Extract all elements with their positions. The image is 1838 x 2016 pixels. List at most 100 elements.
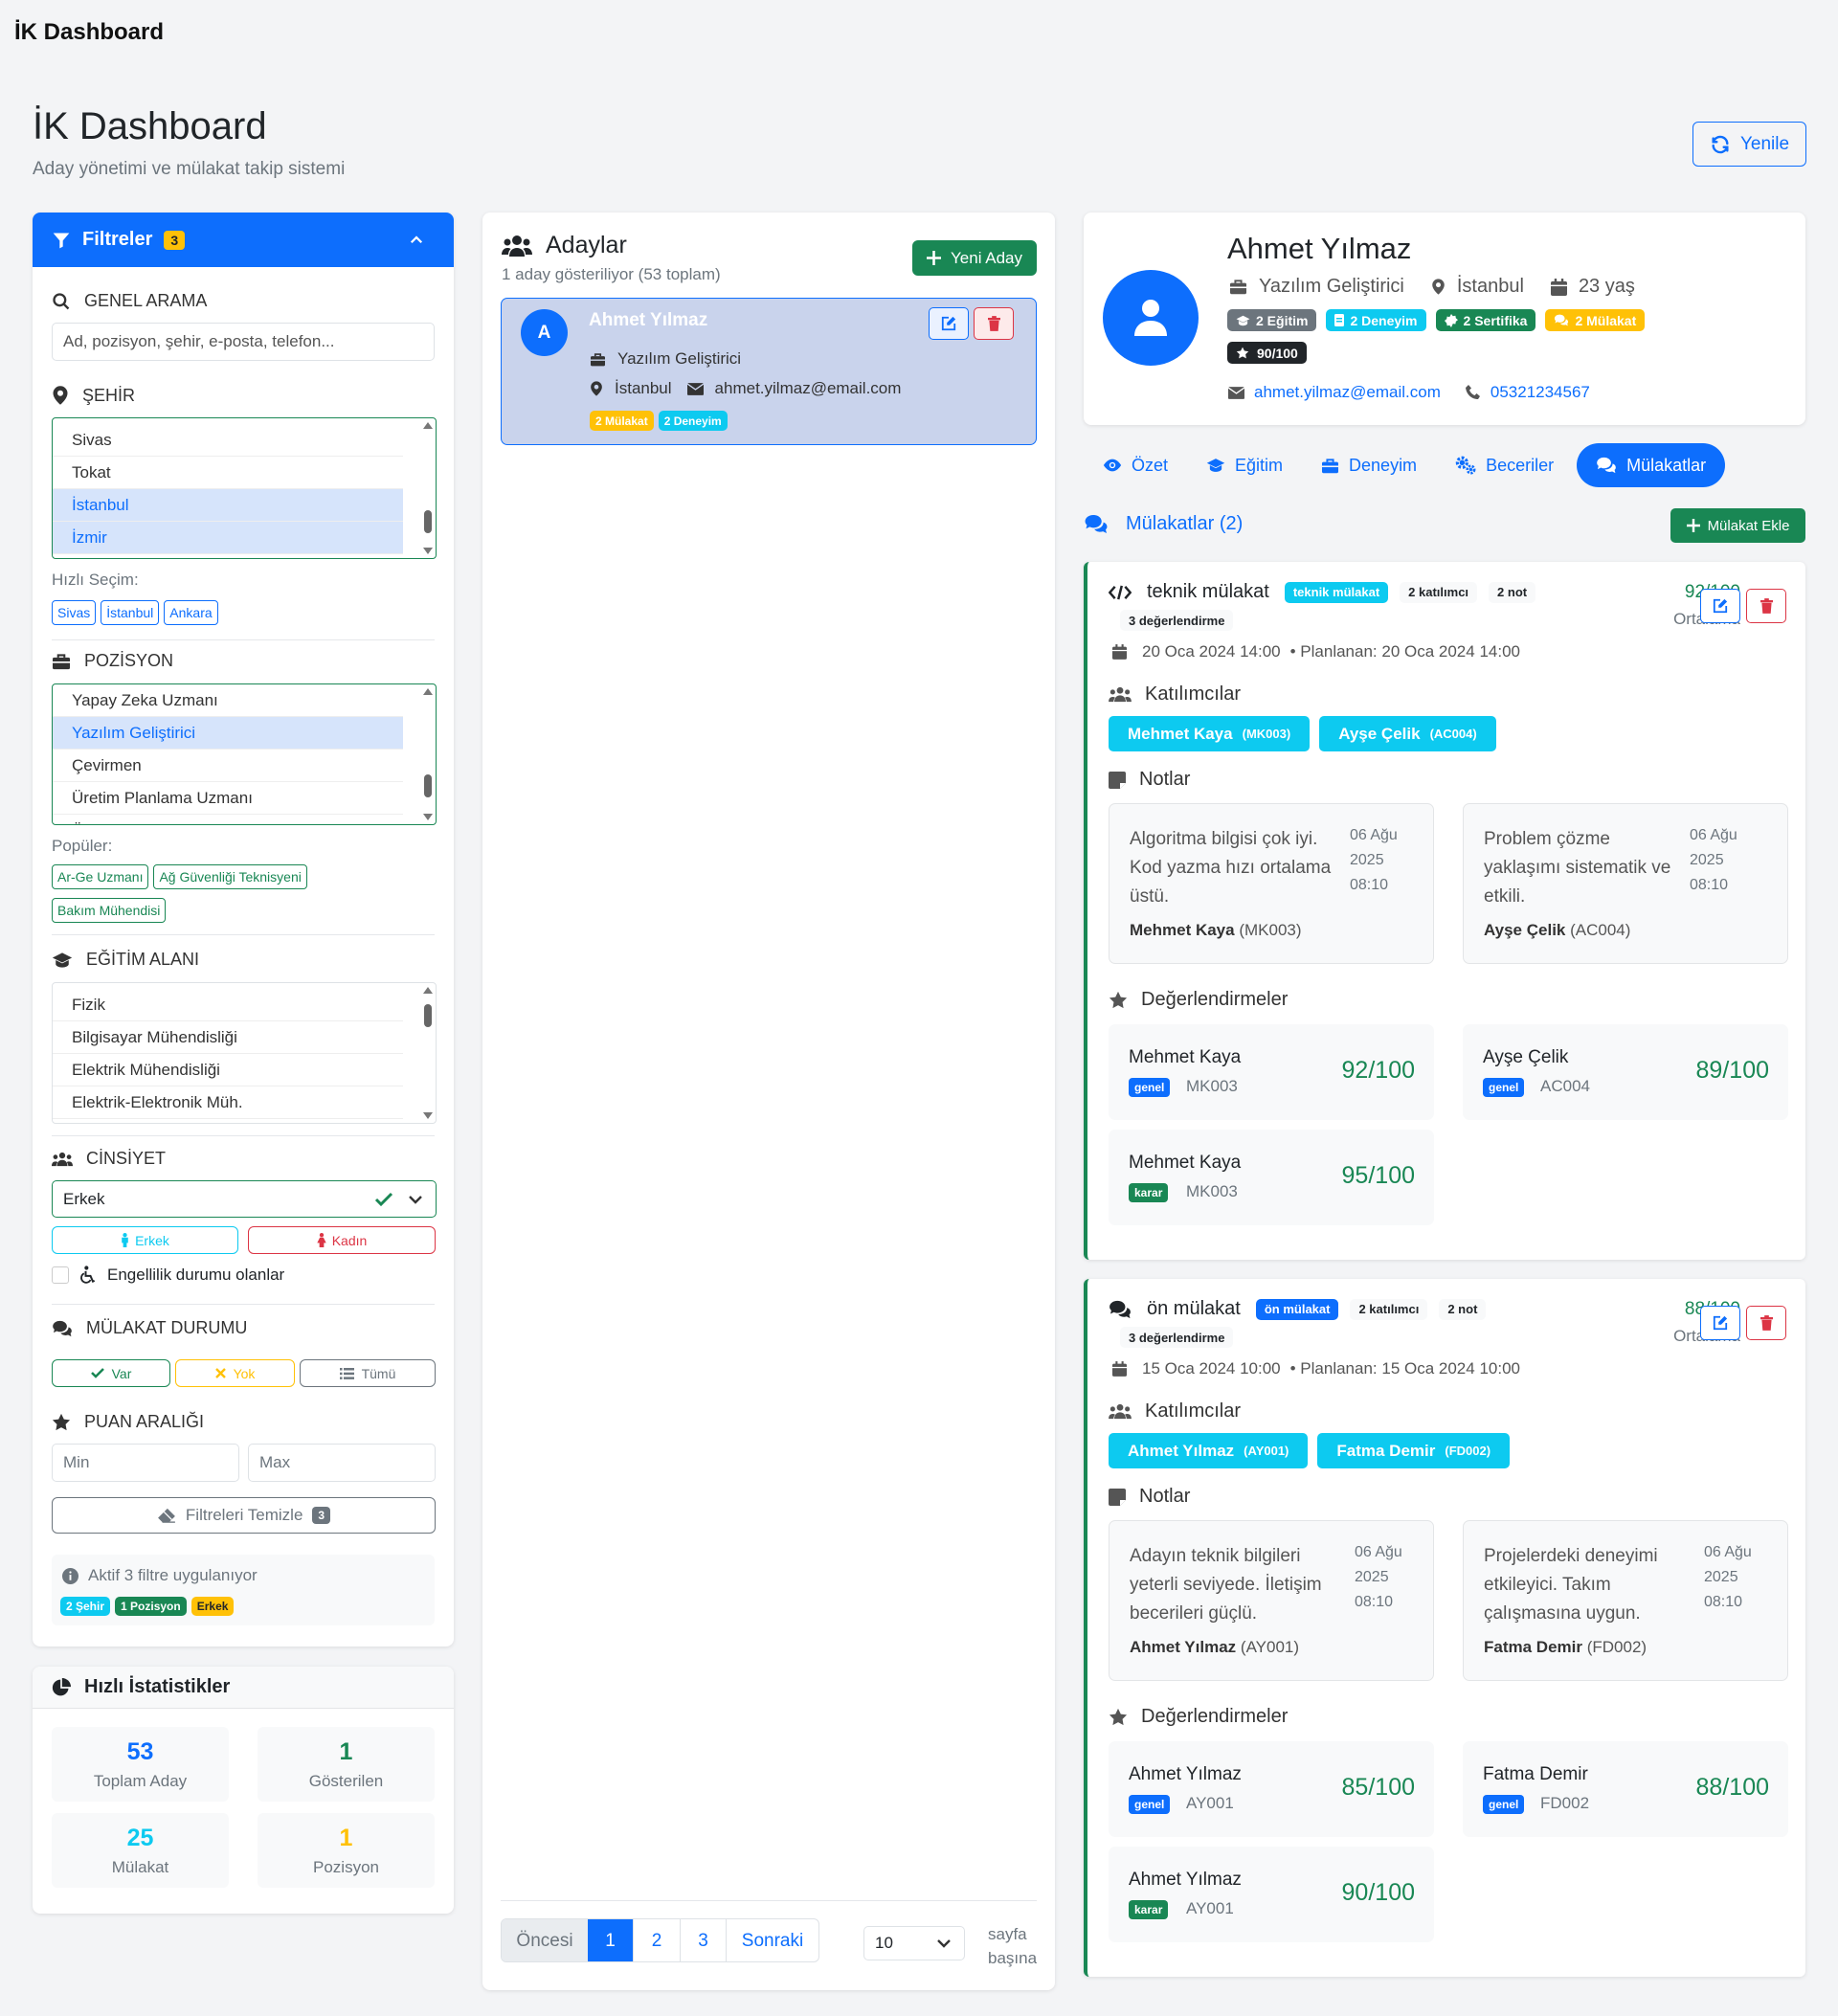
- star-icon: [52, 1413, 71, 1431]
- city-option[interactable]: Tokat: [53, 457, 403, 489]
- interview-all-button[interactable]: Tümü: [300, 1359, 436, 1387]
- score-min-input[interactable]: Min: [52, 1444, 239, 1482]
- male-button[interactable]: Erkek: [52, 1226, 238, 1254]
- position-option[interactable]: Üretim Planlama Uzmanı: [53, 782, 403, 815]
- clear-filters-button[interactable]: Filtreleri Temizle 3: [52, 1497, 436, 1534]
- filter-header[interactable]: Filtreler 3: [33, 213, 454, 267]
- position-option[interactable]: Yazılım Geliştirici: [53, 717, 403, 750]
- city-option[interactable]: İstanbul: [53, 489, 403, 522]
- popular-position-chip[interactable]: Ar-Ge Uzmanı: [52, 864, 149, 889]
- note-date: 06 Ağu 2025 08:10: [1350, 827, 1398, 893]
- per-page-label: sayfa başına: [988, 1925, 1038, 1967]
- profile-phone-link[interactable]: 05321234567: [1491, 383, 1590, 402]
- interview-no-button[interactable]: Yok: [175, 1359, 295, 1387]
- popular-position-chip[interactable]: Ağ Güvenliği Teknisyeni: [153, 864, 307, 889]
- evaluations-count-badge: 3 değerlendirme: [1120, 1327, 1234, 1348]
- stat-label: Toplam Aday: [93, 1772, 188, 1790]
- envelope-icon: [686, 382, 704, 395]
- evaluator-code: AY001: [1186, 1899, 1234, 1917]
- edit-candidate-button[interactable]: [929, 307, 969, 340]
- disability-label: Engellilik durumu olanlar: [107, 1266, 285, 1284]
- education-section-title: EĞİTİM ALANI: [52, 950, 199, 970]
- popular-position-chip[interactable]: Bakım Mühendisi: [52, 898, 167, 923]
- evaluation-tag: genel: [1129, 1795, 1171, 1814]
- city-option[interactable]: İzmir: [53, 522, 403, 554]
- new-candidate-button[interactable]: Yeni Aday: [912, 240, 1037, 276]
- profile-avatar: [1103, 270, 1199, 366]
- graduation-cap-icon: [52, 952, 73, 969]
- evaluator-name: Mehmet Kaya: [1129, 1047, 1242, 1067]
- tab-interviews[interactable]: Mülakatlar: [1577, 443, 1726, 487]
- profile-email-link[interactable]: ahmet.yilmaz@email.com: [1254, 383, 1441, 402]
- participants-count-badge: 2 katılımcı: [1350, 1298, 1428, 1320]
- tab-summary[interactable]: Özet: [1084, 442, 1187, 488]
- note-date: 06 Ağu 2025 08:10: [1690, 827, 1737, 893]
- education-option[interactable]: Elektrik-Elektronik Müh.: [53, 1086, 403, 1119]
- pagination-next[interactable]: Sonraki: [726, 1919, 818, 1961]
- quick-city-chip[interactable]: Sivas: [52, 600, 97, 625]
- participant-chip: Ahmet Yılmaz (AY001): [1109, 1433, 1309, 1468]
- scrollbar[interactable]: [420, 684, 436, 824]
- interview-date: 20 Oca 2024 14:00: [1142, 642, 1281, 661]
- interviews-title: Mülakatlar (2): [1126, 513, 1244, 534]
- trash-icon: [1760, 1315, 1773, 1331]
- scrollbar[interactable]: [420, 983, 436, 1123]
- position-select-list[interactable]: Yapay Zeka Uzmanı Yazılım Geliştirici Çe…: [52, 683, 437, 825]
- education-select-list[interactable]: Fizik Bilgisayar Mühendisliği Elektrik M…: [52, 982, 437, 1124]
- search-input[interactable]: Ad, pozisyon, şehir, e-posta, telefon...: [52, 323, 435, 361]
- pagination-page[interactable]: 2: [633, 1919, 680, 1961]
- quick-select-chips: Sivas İstanbul Ankara: [52, 600, 218, 625]
- pagination-page[interactable]: 3: [680, 1919, 726, 1961]
- female-button[interactable]: Kadın: [248, 1226, 436, 1254]
- delete-interview-button[interactable]: [1746, 1306, 1786, 1340]
- pagination-prev[interactable]: Öncesi: [502, 1919, 588, 1961]
- position-option[interactable]: Ürün Geliştirme Uzmanı: [53, 815, 403, 824]
- participant-chip: Fatma Demir (FD002): [1317, 1433, 1511, 1468]
- quick-city-chip[interactable]: İstanbul: [101, 600, 160, 625]
- gender-select[interactable]: Erkek: [52, 1180, 437, 1218]
- note-author: Mehmet Kaya: [1130, 921, 1235, 939]
- interview-planned: • Planlanan: 20 Oca 2024 14:00: [1289, 642, 1520, 661]
- scrollbar[interactable]: [420, 418, 436, 558]
- participant-chip: Ayşe Çelik (AC004): [1319, 716, 1496, 751]
- certificate-count-badge: 2 Sertifika: [1435, 309, 1536, 331]
- per-page-select[interactable]: 10: [863, 1926, 965, 1960]
- education-option[interactable]: Bilgisayar Mühendisliği: [53, 1021, 403, 1054]
- delete-interview-button[interactable]: [1746, 589, 1786, 623]
- stat-label: Mülakat: [111, 1858, 169, 1876]
- interview-yes-button[interactable]: Var: [52, 1359, 170, 1387]
- position-option[interactable]: Yapay Zeka Uzmanı: [53, 684, 403, 717]
- position-option[interactable]: Çevirmen: [53, 750, 403, 782]
- chevron-up-icon[interactable]: [408, 232, 425, 249]
- quick-city-chip[interactable]: Ankara: [164, 600, 218, 625]
- list-icon: [339, 1367, 354, 1379]
- popular-label: Popüler:: [52, 837, 113, 855]
- disability-checkbox[interactable]: [52, 1266, 69, 1284]
- edit-interview-button[interactable]: [1700, 1306, 1740, 1340]
- tab-education[interactable]: Eğitim: [1187, 442, 1302, 488]
- candidate-card[interactable]: A Ahmet Yılmaz Yazılım Geliştirici İstan…: [501, 298, 1037, 445]
- city-select-list[interactable]: Sivas Tokat İstanbul İzmir: [52, 417, 437, 559]
- delete-candidate-button[interactable]: [974, 307, 1014, 340]
- score-max-input[interactable]: Max: [248, 1444, 436, 1482]
- education-option[interactable]: Elektrik Mühendisliği: [53, 1054, 403, 1086]
- map-pin-icon: [52, 385, 69, 406]
- pagination-page[interactable]: 1: [588, 1919, 633, 1961]
- calendar-icon: [1112, 1361, 1127, 1377]
- add-interview-button[interactable]: Mülakat Ekle: [1670, 508, 1805, 543]
- evaluator-name: Mehmet Kaya: [1129, 1153, 1242, 1173]
- city-option[interactable]: Sivas: [53, 424, 403, 457]
- notes-heading: Notlar: [1139, 769, 1191, 790]
- education-option[interactable]: Fizik: [53, 989, 403, 1021]
- interview-title: ön mülakat: [1147, 1298, 1241, 1319]
- tab-skills[interactable]: Beceriler: [1436, 442, 1573, 488]
- trash-icon: [987, 316, 1000, 331]
- edit-interview-button[interactable]: [1700, 589, 1740, 623]
- active-filter-tag: 1 Pozisyon: [115, 1597, 187, 1616]
- clear-count-badge: 3: [312, 1507, 331, 1524]
- refresh-button[interactable]: Yenile: [1692, 122, 1806, 167]
- profile-city: İstanbul: [1456, 276, 1524, 297]
- star-icon: [1109, 991, 1128, 1009]
- evaluations-count-badge: 3 değerlendirme: [1120, 610, 1234, 631]
- tab-experience[interactable]: Deneyim: [1302, 442, 1436, 488]
